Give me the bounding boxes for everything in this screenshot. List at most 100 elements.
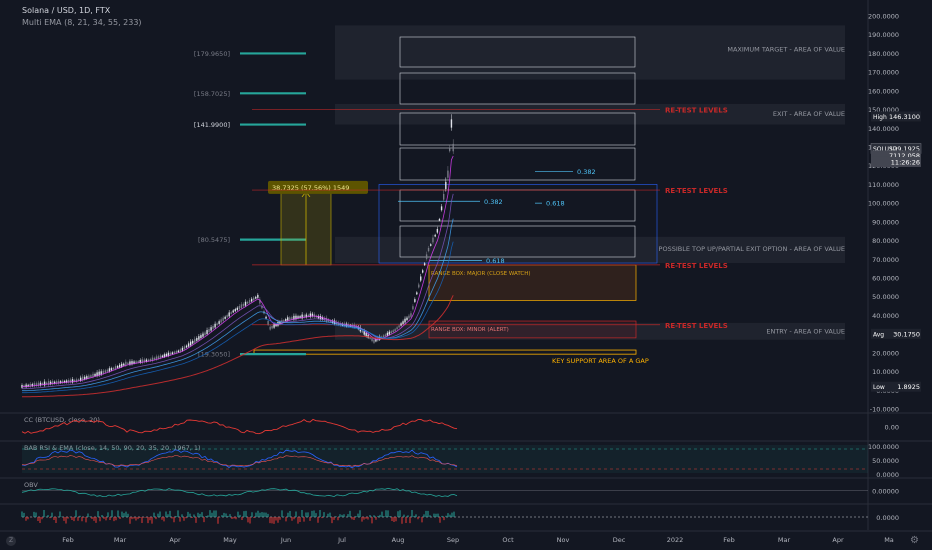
candle-body-43 — [108, 368, 111, 372]
candle-body-195 — [414, 299, 416, 302]
zone-label-2: POSSIBLE TOP UP/PARTIAL EXIT OPTION - AR… — [659, 245, 845, 253]
candle-body-170 — [365, 332, 367, 337]
x-tick-12: Feb — [723, 536, 735, 544]
y-tick-19: 10.0000 — [872, 368, 899, 376]
candle-body-84 — [192, 340, 194, 344]
x-tick-4: Jun — [280, 536, 291, 544]
x-tick-10: Dec — [613, 536, 626, 544]
fib-label-1: 0.382 — [484, 198, 503, 206]
retest-label-0: RE-TEST LEVELS — [665, 107, 728, 115]
candle-body-207 — [438, 218, 441, 221]
range-box-label-1: RANGE BOX: MINOR (ALERT) — [431, 327, 509, 333]
candle-body-104 — [232, 310, 234, 313]
candle-body-110 — [244, 301, 247, 306]
candle-body-36 — [94, 373, 96, 377]
x-tick-3: May — [223, 536, 237, 544]
candle-body-185 — [394, 329, 396, 332]
candle-body-47 — [116, 366, 119, 368]
price-tag-name-5: Low — [873, 384, 885, 391]
x-tick-7: Sep — [447, 536, 459, 544]
candle-body-111 — [246, 301, 249, 304]
subpane-tick-1-1: 50.0000 — [872, 457, 899, 465]
target-box-4 — [399, 189, 636, 222]
price-tag-value-4: 30.1750 — [893, 330, 920, 338]
support-gap-label: KEY SUPPORT AREA OF A GAP — [552, 357, 649, 365]
retest-label-3: RE-TEST LEVELS — [665, 322, 728, 330]
candle-body-103 — [230, 312, 232, 314]
candle-body-25 — [71, 379, 74, 383]
target-level-label-0: [179.9650] — [194, 50, 230, 58]
candle-body-98 — [220, 319, 222, 323]
y-tick-18: 20.0000 — [872, 349, 899, 357]
candle-body-123 — [271, 325, 273, 329]
price-tag-value-3: 11:26:26 — [891, 158, 920, 166]
y-tick-13: 70.0000 — [872, 256, 899, 264]
measure-label: 38.7325 (57.56%) 1549 — [272, 184, 349, 192]
target-box-3 — [399, 147, 636, 181]
y-tick-1: 190.0000 — [868, 31, 899, 39]
candle-body-182 — [388, 331, 391, 335]
candle-body-122 — [269, 326, 271, 330]
y-tick-6: 140.0000 — [868, 125, 899, 133]
ema-line-0 — [21, 155, 454, 388]
y-tick-0: 200.0000 — [868, 13, 899, 21]
subpane-tick-0-0: 0.00 — [885, 424, 899, 432]
subpane-tick-2-0: 0.00000 — [872, 488, 899, 496]
retest-label-2: RE-TEST LEVELS — [665, 262, 728, 270]
candle-body-173 — [371, 338, 373, 342]
target-level-label-2: [141.9900] — [194, 121, 230, 129]
candle-body-75 — [173, 351, 176, 354]
candle-body-120 — [265, 316, 267, 319]
fib-label-0: 0.382 — [577, 168, 596, 176]
candle-body-106 — [236, 307, 239, 311]
candle-body-71 — [165, 353, 168, 357]
candle-body-89 — [202, 333, 204, 337]
candle-body-52 — [127, 362, 129, 365]
candle-body-214 — [452, 143, 454, 152]
price-tag-name-0: High — [873, 114, 887, 121]
candle-body-196 — [416, 292, 418, 295]
retest-label-1: RE-TEST LEVELS — [665, 187, 728, 195]
target-level-label-4: [19.3050] — [198, 351, 230, 359]
candle-body-130 — [285, 319, 287, 321]
y-tick-14: 60.0000 — [872, 274, 899, 282]
candle-body-51 — [125, 361, 127, 366]
candle-body-109 — [242, 303, 245, 307]
chart-canvas[interactable]: MAXIMUM TARGET - AREA OF VALUE EXIT - ARE… — [0, 0, 932, 550]
candle-body-76 — [175, 350, 178, 353]
x-tick-14: Apr — [832, 536, 844, 544]
candle-body-210 — [445, 181, 447, 189]
obv-line — [21, 487, 458, 498]
candle-body-206 — [436, 228, 439, 233]
candle-body-95 — [214, 323, 216, 328]
price-tag-value-0: 146.3100 — [889, 113, 920, 121]
x-tick-11: 2022 — [667, 536, 684, 544]
candle-body-208 — [440, 206, 443, 211]
candle-body-85 — [194, 338, 196, 343]
zone-label-3: ENTRY - AREA OF VALUE — [766, 327, 845, 335]
candle-body-90 — [204, 332, 206, 336]
candle-body-80 — [183, 346, 186, 350]
candle-body-200 — [423, 263, 426, 266]
candle-body-186 — [396, 327, 398, 330]
x-tick-0: Feb — [62, 536, 74, 544]
subpane-title-0: CC (BTCUSD, close, 20) — [24, 416, 100, 424]
candle-body-82 — [187, 343, 190, 347]
gear-icon[interactable]: ⚙ — [910, 535, 919, 546]
x-tick-1: Mar — [114, 536, 127, 544]
y-tick-21: -10.0000 — [870, 405, 899, 413]
candle-body-116 — [257, 294, 259, 298]
candle-body-180 — [384, 334, 387, 337]
candle-body-191 — [406, 317, 408, 321]
candle-body-188 — [400, 323, 402, 326]
zone-label-0: MAXIMUM TARGET - AREA OF VALUE — [727, 45, 845, 53]
candle-body-100 — [224, 316, 226, 319]
candle-body-183 — [390, 331, 392, 334]
candle-body-197 — [418, 284, 420, 288]
zone-area-1 — [335, 103, 845, 125]
y-tick-15: 50.0000 — [872, 293, 899, 301]
candle-body-69 — [161, 355, 164, 358]
candle-body-88 — [200, 335, 202, 339]
subpane-tick-3-0: 0.0000 — [876, 514, 899, 522]
target-level-label-1: [158.7025] — [194, 90, 230, 98]
